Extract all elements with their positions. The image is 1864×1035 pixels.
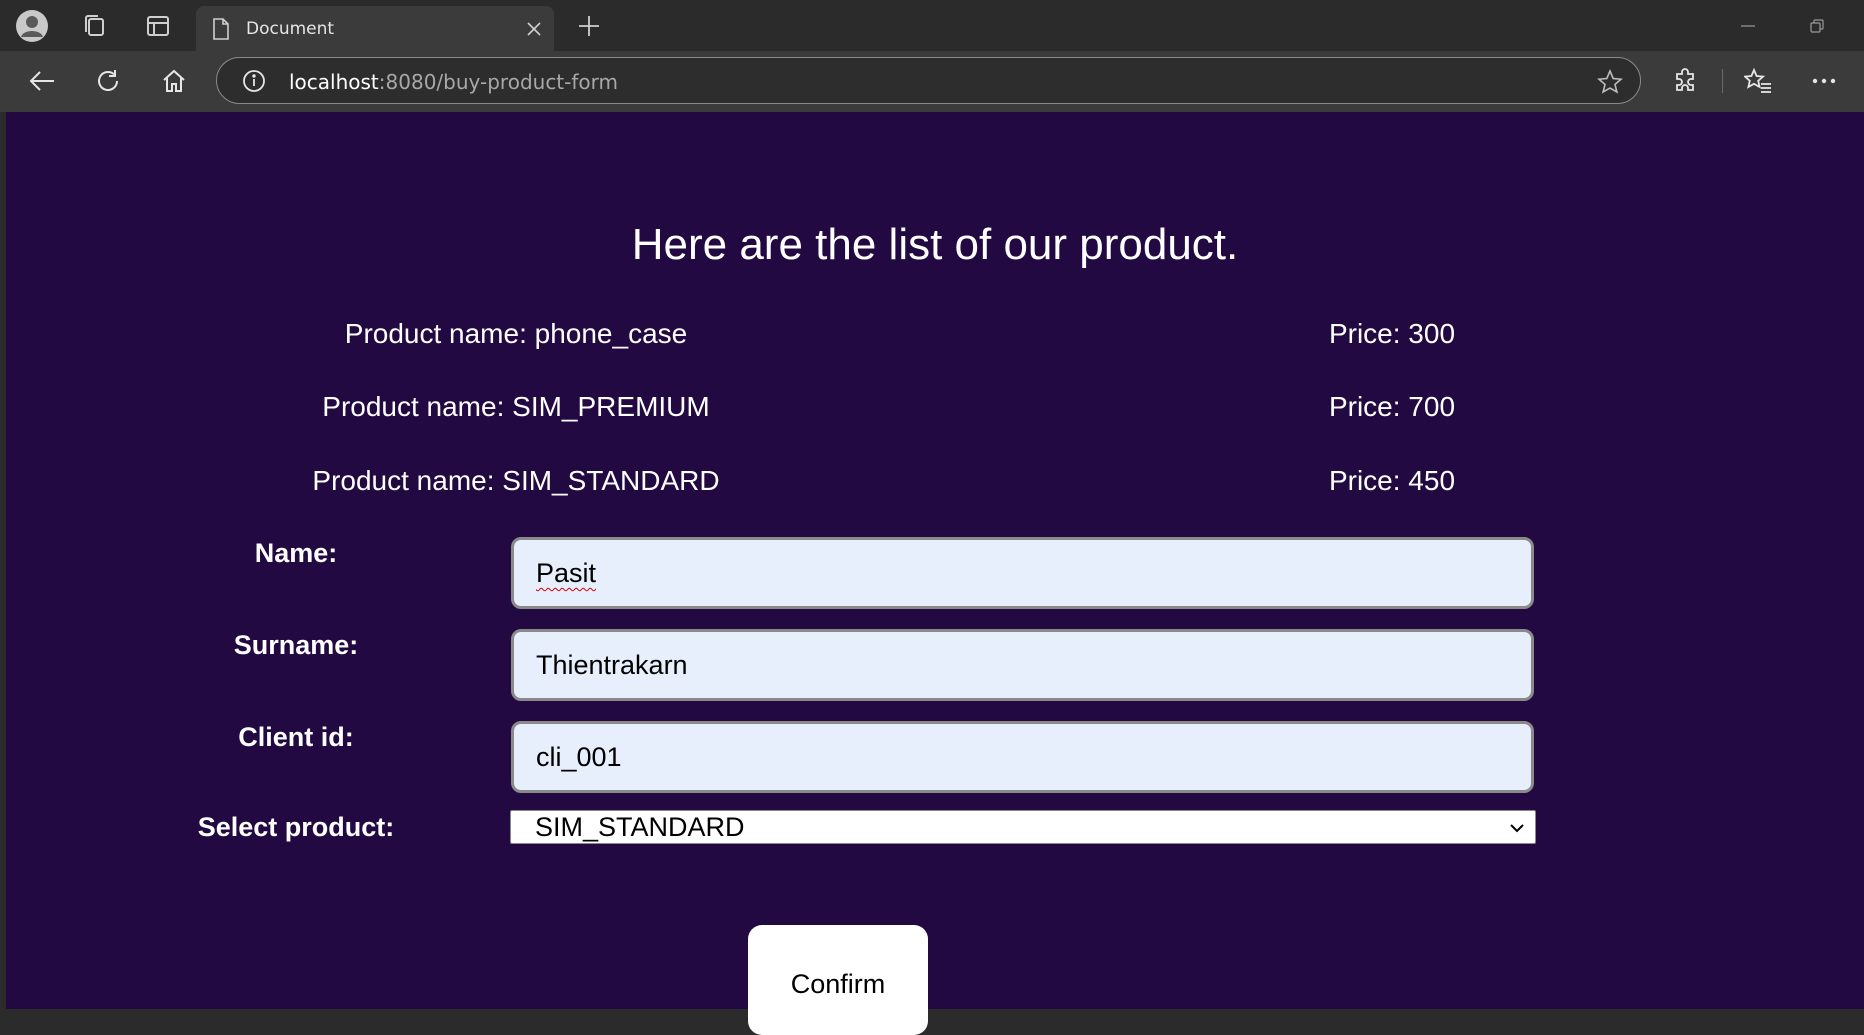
document-icon — [210, 17, 232, 41]
product-name: Product name: SIM_STANDARD — [312, 465, 720, 496]
toolbar-divider — [1722, 69, 1723, 93]
refresh-icon[interactable] — [92, 65, 124, 97]
more-options-icon[interactable] — [1808, 65, 1840, 97]
url-text[interactable]: localhost:8080/buy-product-form — [289, 70, 618, 94]
profile-avatar-icon[interactable] — [14, 8, 50, 44]
name-input[interactable]: Pasit — [511, 537, 1534, 609]
page-content: Here are the list of our product. Produc… — [6, 112, 1864, 1035]
select-product-label: Select product: — [197, 812, 395, 842]
home-icon[interactable] — [158, 65, 190, 97]
tab-title: Document — [246, 19, 335, 39]
favorite-star-icon[interactable] — [1596, 68, 1624, 96]
favorites-icon[interactable] — [1742, 65, 1774, 97]
new-tab-icon[interactable] — [574, 11, 604, 41]
vertical-tabs-icon[interactable] — [142, 10, 174, 42]
close-tab-icon[interactable] — [524, 19, 544, 39]
product-name: Product name: SIM_PREMIUM — [322, 391, 710, 422]
product-select[interactable]: SIM_STANDARD — [510, 810, 1536, 844]
site-info-icon[interactable] — [241, 68, 267, 94]
surname-input[interactable]: Thientrakarn — [511, 629, 1534, 701]
back-icon[interactable] — [26, 65, 58, 97]
url-path: :8080/buy-product-form — [378, 70, 618, 94]
active-tab[interactable]: Document — [196, 6, 554, 51]
product-select-value: SIM_STANDARD — [535, 812, 745, 842]
minimize-icon[interactable] — [1736, 14, 1760, 38]
browser-toolbar: localhost:8080/buy-product-form — [0, 51, 1864, 112]
confirm-button[interactable]: Confirm — [748, 925, 928, 1035]
product-price: Price: 700 — [1328, 391, 1456, 422]
restore-window-icon[interactable] — [1805, 14, 1829, 38]
url-host: localhost — [289, 70, 379, 94]
client-id-label: Client id: — [238, 722, 354, 752]
address-bar[interactable]: localhost:8080/buy-product-form — [216, 57, 1641, 104]
page-heading: Here are the list of our product. — [631, 220, 1239, 269]
product-name: Product name: phone_case — [344, 318, 688, 349]
browser-tab-bar: Document — [0, 0, 1864, 51]
name-label: Name: — [254, 538, 338, 568]
product-price: Price: 450 — [1328, 465, 1456, 496]
surname-label: Surname: — [233, 630, 359, 660]
extensions-icon[interactable] — [1670, 65, 1702, 97]
chevron-down-icon — [1509, 811, 1525, 843]
workspaces-icon[interactable] — [78, 10, 110, 42]
name-value: Pasit — [536, 558, 597, 588]
client-id-input[interactable]: cli_001 — [511, 721, 1534, 793]
product-price: Price: 300 — [1328, 318, 1456, 349]
